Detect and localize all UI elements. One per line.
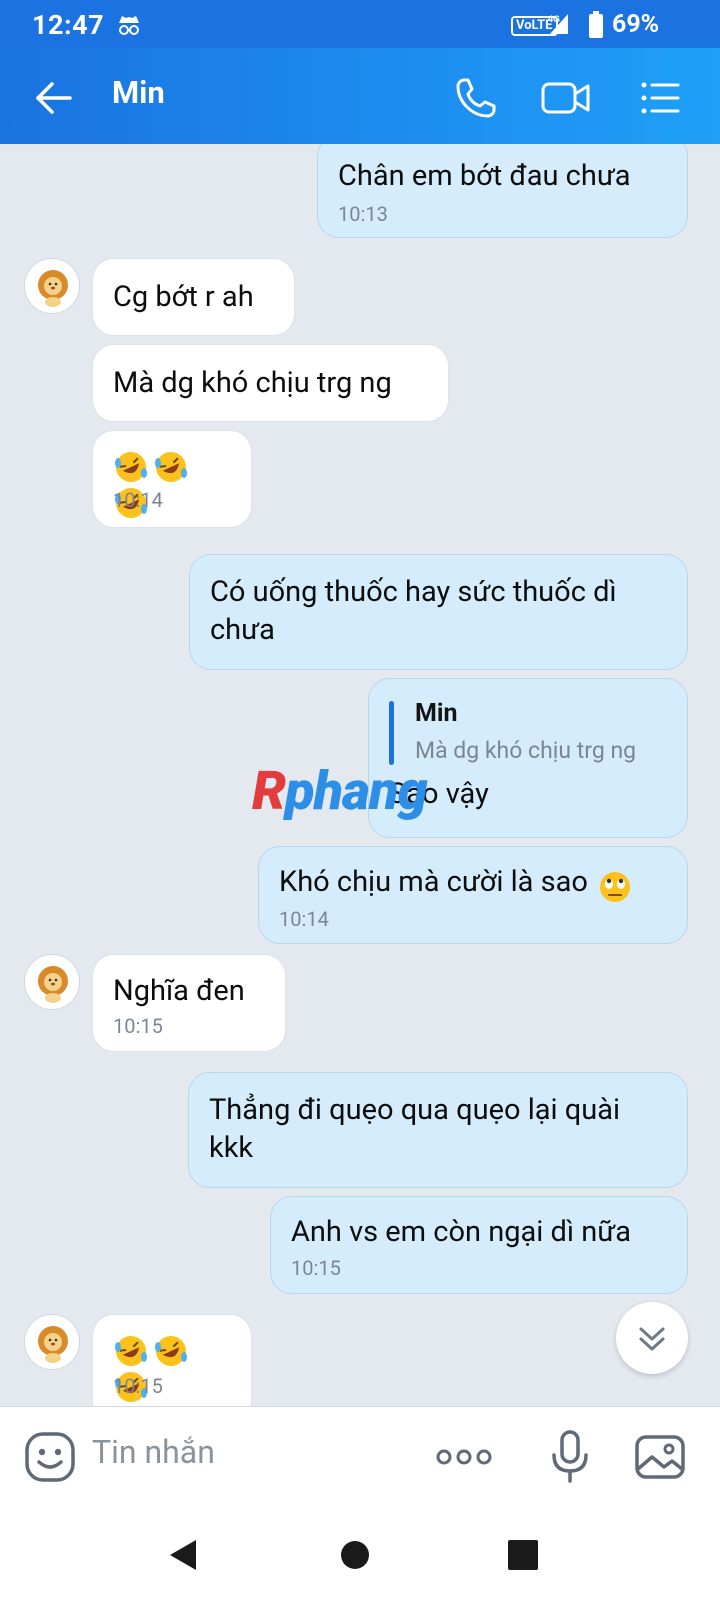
message-bubble-incoming[interactable]: 10:14 xyxy=(92,430,252,528)
message-text: Có uống thuốc hay sức thuốc dì chưa xyxy=(210,575,617,647)
message-input[interactable]: Tin nhắn xyxy=(92,1433,215,1471)
message-time: 10:15 xyxy=(291,1256,341,1280)
scroll-to-bottom-button[interactable] xyxy=(616,1302,688,1374)
message-bubble-outgoing[interactable]: Thẳng đi quẹo qua quẹo lại quài kkk xyxy=(188,1072,688,1188)
emoji-row xyxy=(113,431,231,518)
message-text: Thẳng đi quẹo qua quẹo lại quài kkk xyxy=(209,1093,621,1165)
message-bubble-outgoing[interactable]: Có uống thuốc hay sức thuốc dì chưa xyxy=(189,554,688,670)
svg-text:4G: 4G xyxy=(548,14,560,24)
back-arrow-icon[interactable] xyxy=(32,76,76,120)
quote-text[interactable]: Mà dg khó chịu trg ng xyxy=(415,737,636,764)
message-text: Sao vậy xyxy=(389,777,489,811)
message-text: Mà dg khó chịu trg ng xyxy=(113,366,392,400)
message-text: Anh vs em còn ngại dì nữa xyxy=(291,1215,632,1249)
message-time: 10:14 xyxy=(279,906,329,931)
message-bubble-reply[interactable]: Min Mà dg khó chịu trg ng Sao vậy xyxy=(368,678,688,838)
rolling-eyes-emoji-icon xyxy=(598,870,632,904)
status-bar: 12:47 VoLTE 4G 69% xyxy=(0,0,720,48)
nav-back-icon[interactable] xyxy=(168,1538,198,1576)
chat-messages[interactable]: Chân em bớt đau chưa 10:13 Cg bớt r ah M… xyxy=(0,144,720,1406)
double-chevron-down-icon xyxy=(639,1327,665,1351)
message-text: Nghĩa đen xyxy=(113,974,245,1008)
message-time: 10:15 xyxy=(113,1014,163,1038)
phone-icon[interactable] xyxy=(452,74,500,122)
message-bubble-outgoing[interactable]: Khó chịu mà cười là sao 10:14 xyxy=(258,846,688,944)
chat-header: Min xyxy=(0,48,720,144)
rofl-emoji-icon xyxy=(153,449,189,485)
signal-icon: 4G xyxy=(548,12,570,40)
message-bubble-outgoing[interactable]: Anh vs em còn ngại dì nữa 10:15 xyxy=(270,1196,688,1294)
avatar[interactable] xyxy=(24,1314,80,1370)
contact-name[interactable]: Min xyxy=(112,74,165,111)
avatar[interactable] xyxy=(24,258,80,314)
lion-avatar-icon xyxy=(38,966,68,1003)
nav-home-icon[interactable] xyxy=(340,1540,370,1574)
more-dots-icon[interactable] xyxy=(436,1443,492,1475)
battery-icon xyxy=(588,11,604,43)
message-text: Cg bớt r ah xyxy=(113,280,254,314)
lion-avatar-icon xyxy=(38,1326,68,1363)
message-bubble-incoming[interactable]: Nghĩa đen 10:15 xyxy=(92,954,286,1052)
system-navigation-bar xyxy=(0,1506,720,1600)
message-bubble-incoming[interactable]: 10:15 xyxy=(92,1314,252,1406)
message-bubble-incoming[interactable]: Cg bớt r ah xyxy=(92,258,295,336)
status-time: 12:47 xyxy=(32,9,105,41)
message-time: 10:14 xyxy=(113,488,163,512)
battery-percent: 69% xyxy=(612,10,660,39)
message-text: Khó chịu mà cười là sao xyxy=(279,865,588,899)
avatar[interactable] xyxy=(24,954,80,1010)
nav-recents-icon[interactable] xyxy=(508,1540,538,1574)
list-menu-icon[interactable] xyxy=(636,74,684,122)
lion-avatar-icon xyxy=(38,270,68,307)
rofl-emoji-icon xyxy=(113,1333,149,1369)
quote-sender: Min xyxy=(415,699,458,728)
video-camera-icon[interactable] xyxy=(540,74,590,122)
message-bubble-incoming[interactable]: Mà dg khó chịu trg ng xyxy=(92,344,449,422)
message-bubble-outgoing[interactable]: Chân em bớt đau chưa 10:13 xyxy=(317,144,688,238)
message-time: 10:15 xyxy=(113,1374,163,1398)
emoji-face-icon[interactable] xyxy=(24,1431,76,1487)
incognito-icon xyxy=(116,12,142,42)
message-text: Chân em bớt đau chưa xyxy=(338,159,631,193)
message-time: 10:13 xyxy=(338,202,388,226)
quote-bar xyxy=(389,701,394,765)
image-icon[interactable] xyxy=(634,1431,686,1487)
emoji-row xyxy=(113,1315,231,1402)
rofl-emoji-icon xyxy=(113,449,149,485)
microphone-icon[interactable] xyxy=(548,1429,592,1489)
composer-bar: Tin nhắn xyxy=(0,1406,720,1506)
rofl-emoji-icon xyxy=(153,1333,189,1369)
